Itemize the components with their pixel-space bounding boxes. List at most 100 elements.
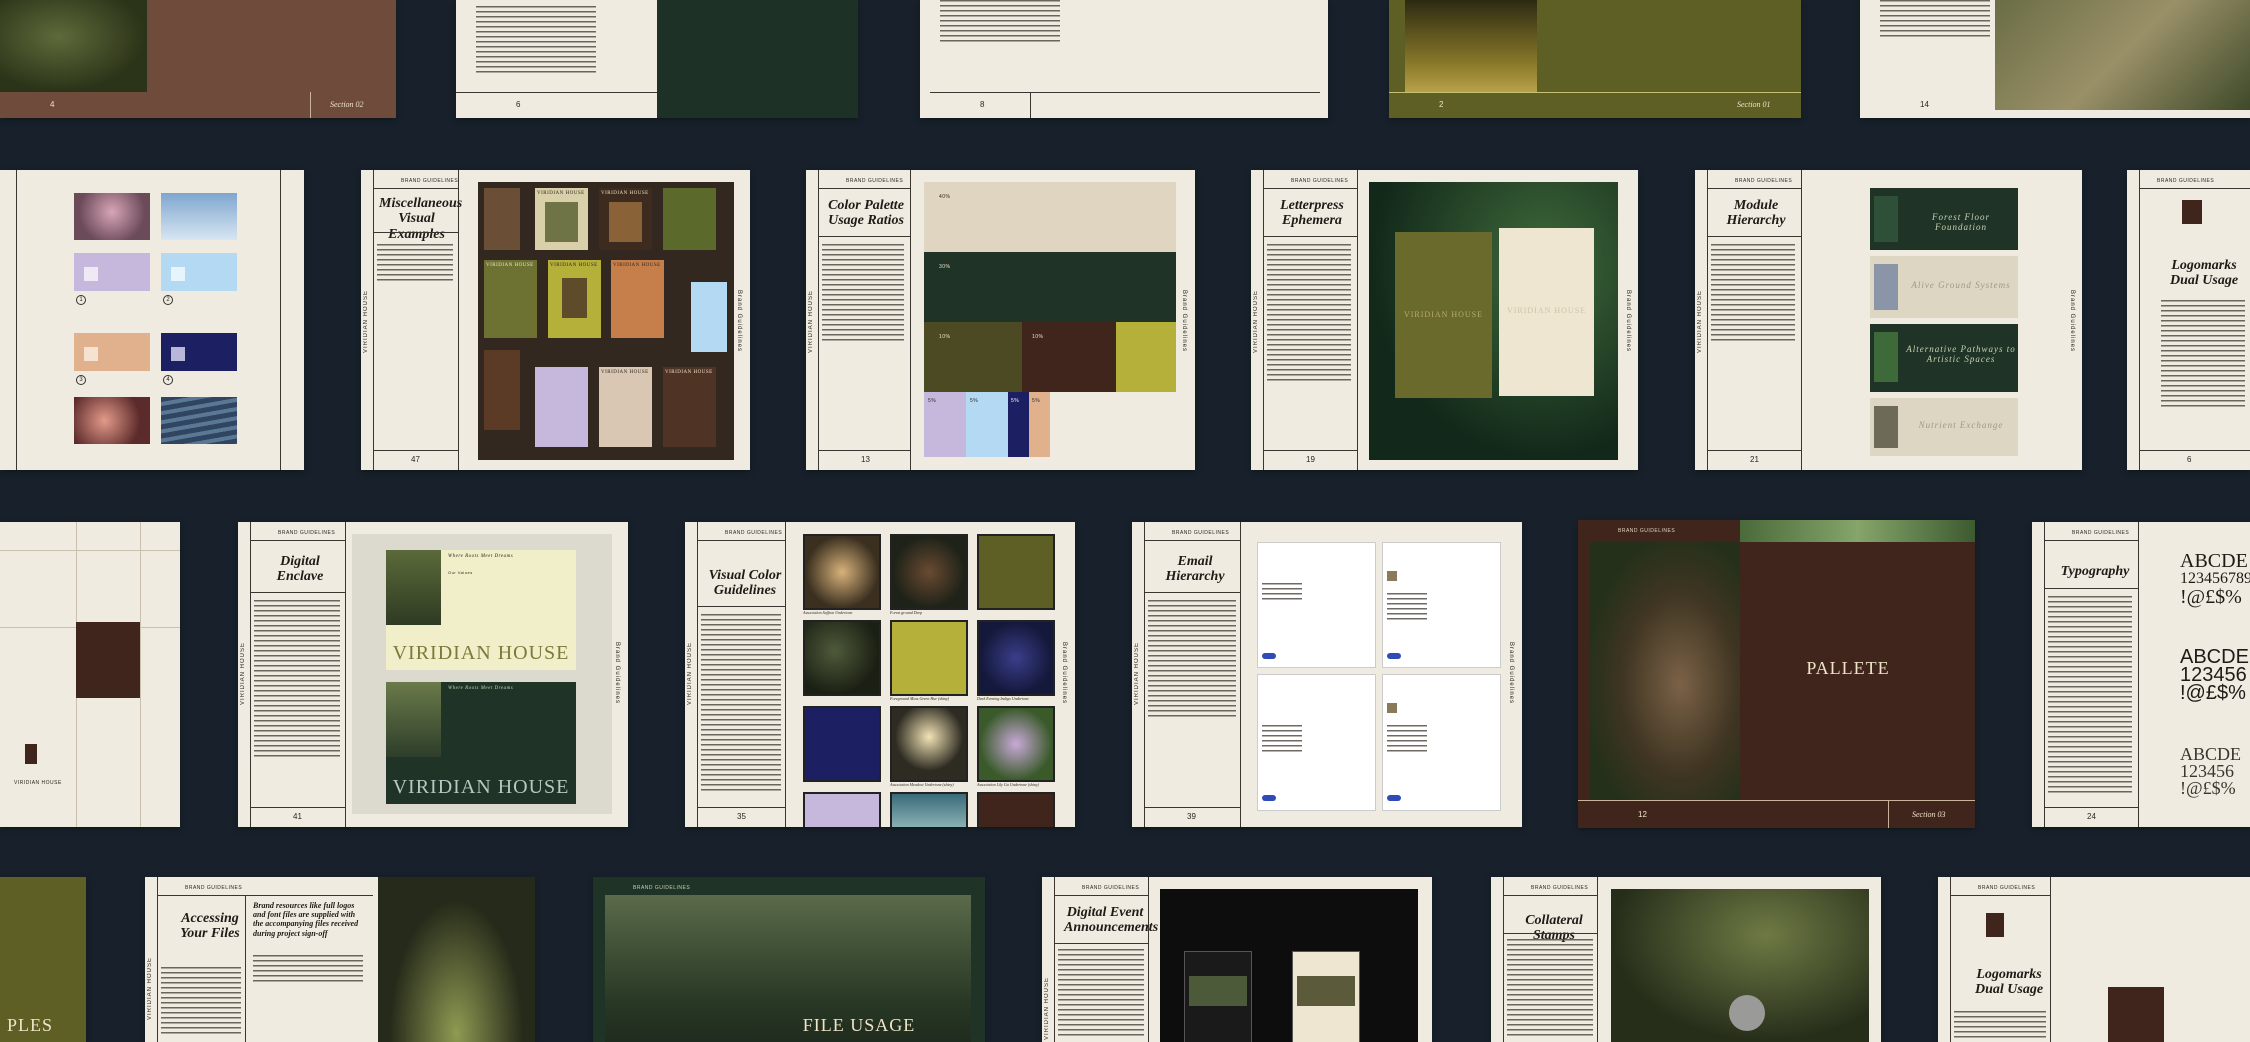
- greenhouse-photo: [1995, 0, 2250, 110]
- vertical-brand-right: Brand Guidelines: [2069, 290, 2075, 353]
- rule: [1054, 895, 1148, 896]
- glyph-caps: ABCDE: [2180, 550, 2248, 572]
- page-number: 41: [293, 812, 302, 821]
- ornament-icon: [76, 622, 140, 698]
- spread-module-hierarchy[interactable]: BRAND GUIDELINES Module Hierarchy VIRIDI…: [1695, 170, 2082, 470]
- ratio-label: 10%: [939, 334, 951, 340]
- tree-trunk-photo: [1590, 542, 1740, 800]
- ratio-label: 30%: [939, 264, 951, 270]
- poster-4: [663, 188, 716, 250]
- vertical-brand: VIRIDIAN HOUSE: [240, 642, 246, 706]
- site-cream: Where Roots Meet Dreams Our Values VIRID…: [386, 550, 576, 670]
- site-heading: Our Values: [448, 570, 473, 575]
- spread-row1-4[interactable]: 2 Section 01: [1389, 0, 1801, 118]
- rule: [818, 236, 910, 237]
- spread-logomarks-2[interactable]: BRAND GUIDELINES Logomarks Dual Usage: [1938, 877, 2250, 1042]
- spread-letterpress[interactable]: BRAND GUIDELINES Letterpress Ephemera VI…: [1251, 170, 1638, 470]
- lavender-swatch: [74, 253, 150, 291]
- brand-label: BRAND GUIDELINES: [1531, 885, 1589, 891]
- card-brand: VIRIDIAN HOUSE: [1506, 306, 1587, 315]
- spread-file-usage[interactable]: BRAND GUIDELINES FILE USAGE: [593, 877, 985, 1042]
- spread-color-examples[interactable]: 1 2 3 4: [0, 170, 304, 470]
- send-button: [1262, 653, 1276, 659]
- cream-card: VIRIDIAN HOUSE: [1499, 228, 1594, 396]
- navy-swatch: [803, 706, 881, 782]
- page-title: Logomarks Dual Usage: [2169, 258, 2239, 289]
- olive-swatch: [977, 534, 1055, 610]
- page-title: Color Palette Usage Ratios: [828, 198, 904, 229]
- rule: [2044, 522, 2045, 827]
- site-photo: [386, 682, 441, 757]
- spread-logo-pattern[interactable]: VIRIDIAN HOUSE: [0, 522, 180, 827]
- vertical-brand: VIRIDIAN HOUSE: [808, 290, 814, 354]
- vertical-brand-right: Brand Guidelines: [1061, 642, 1067, 705]
- coral-photo: [74, 397, 150, 444]
- glyph-symbols: !@£$%: [2180, 586, 2242, 608]
- caption: Dark Evening Indigo Undertone: [977, 696, 1029, 701]
- photo-saffron: [803, 534, 881, 610]
- spread-typography[interactable]: BRAND GUIDELINES Typography 24 ABCDE 123…: [2032, 522, 2250, 827]
- spread-logomarks[interactable]: BRAND GUIDELINES Logomarks Dual Usage 6: [2127, 170, 2250, 470]
- module-label: Alternative Pathways to Artistic Spaces: [1906, 344, 2016, 364]
- rule: [1144, 522, 1145, 827]
- poster-6: VIRIDIAN HOUSE: [548, 260, 601, 338]
- spread-pallete[interactable]: BRAND GUIDELINES PALLETE 12 Section 03: [1578, 520, 1975, 828]
- rule: [16, 170, 17, 470]
- rule: [1503, 877, 1504, 1042]
- page-number: 24: [2087, 812, 2096, 821]
- module-label: Nutrient Exchange: [1918, 420, 2004, 430]
- spread-row1-2[interactable]: 6: [456, 0, 858, 118]
- page-title: Module Hierarchy: [1726, 198, 1786, 229]
- poster-9: [484, 350, 520, 430]
- glyph-symbols: !@£$%: [2180, 682, 2246, 704]
- magnolia-photo: [74, 193, 150, 240]
- caption: Association Saffron Undertone: [803, 610, 853, 615]
- brand-label: BRAND GUIDELINES: [1291, 178, 1349, 184]
- rule: [1503, 895, 1597, 896]
- rule: [458, 170, 459, 470]
- spread-color-palette[interactable]: BRAND GUIDELINES Color Palette Usage Rat…: [806, 170, 1195, 470]
- spread-row1-1[interactable]: 4 Section 02: [0, 0, 396, 118]
- lavender-swatch: [803, 792, 881, 827]
- section-label: Section 01: [1737, 100, 1771, 109]
- rule: [1801, 170, 1802, 470]
- body-text: [1267, 244, 1351, 384]
- spread-collateral-stamps[interactable]: BRAND GUIDELINES Collateral Stamps: [1491, 877, 1881, 1042]
- site-dark: Where Roots Meet Dreams VIRIDIAN HOUSE: [386, 682, 576, 804]
- vertical-brand: VIRIDIAN HOUSE: [147, 957, 153, 1021]
- body-text: [476, 6, 596, 76]
- spread-ples[interactable]: PLES: [0, 877, 86, 1042]
- poster-11: VIRIDIAN HOUSE: [599, 367, 652, 447]
- dark-green-panel: [657, 0, 858, 118]
- rule: [1144, 540, 1240, 541]
- spread-misc-visual[interactable]: BRAND GUIDELINES Miscellaneous Visual Ex…: [361, 170, 750, 470]
- brand-label: BRAND GUIDELINES: [725, 530, 783, 536]
- spread-visual-color[interactable]: BRAND GUIDELINES Visual Color Guidelines…: [685, 522, 1075, 827]
- spread-access-files[interactable]: BRAND GUIDELINES Accessing Your Files Br…: [145, 877, 535, 1042]
- module-1: Forest Floor Foundation: [1870, 188, 2018, 250]
- poster-12: VIRIDIAN HOUSE: [663, 367, 716, 447]
- event-card-1: [1184, 951, 1252, 1042]
- peach-swatch: [74, 333, 150, 371]
- spread-row1-5[interactable]: 14: [1860, 0, 2250, 118]
- card-brand: VIRIDIAN HOUSE: [1403, 310, 1484, 319]
- body-text: [1711, 244, 1795, 344]
- page-number: 19: [1306, 455, 1315, 464]
- vertical-brand: VIRIDIAN HOUSE: [1697, 290, 1703, 354]
- rule: [1263, 170, 1264, 470]
- ratio-navy: 5%: [1008, 392, 1029, 457]
- ratio-brown: 10%: [1022, 322, 1116, 392]
- spread-digital-event[interactable]: BRAND GUIDELINES Digital Event Announcem…: [1042, 877, 1432, 1042]
- brown-panel: [147, 0, 396, 92]
- module-2: Alive Ground Systems: [1870, 256, 2018, 318]
- site-banner: VIRIDIAN HOUSE: [392, 642, 570, 664]
- spread-email-hierarchy[interactable]: BRAND GUIDELINES Email Hierarchy VIRIDIA…: [1132, 522, 1522, 827]
- rule: [697, 606, 785, 607]
- spread-row1-3[interactable]: 8: [920, 0, 1328, 118]
- ratio-forest: 30%: [924, 252, 1176, 322]
- divider: [310, 92, 311, 118]
- spread-digital-enclave[interactable]: BRAND GUIDELINES Digital Enclave VIRIDIA…: [238, 522, 628, 827]
- caption: Association Lily Ga Undertone (shiny): [977, 782, 1039, 787]
- send-button: [1262, 795, 1276, 801]
- rule: [157, 895, 373, 896]
